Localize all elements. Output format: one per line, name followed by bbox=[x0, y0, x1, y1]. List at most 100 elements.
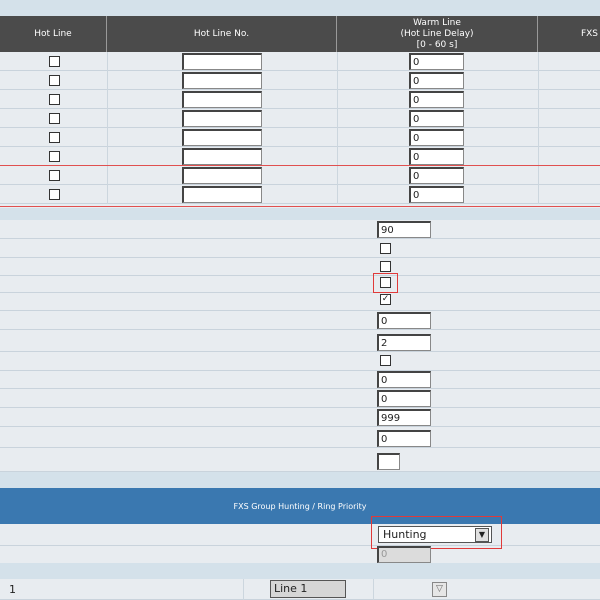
line-dropdown-icon[interactable]: ▽ bbox=[432, 582, 447, 597]
hotline-row bbox=[0, 52, 600, 71]
fxs-group-hunting-band: FXS Group Hunting / Ring Priority bbox=[0, 488, 600, 524]
line-select[interactable]: Line 1 bbox=[270, 580, 346, 598]
hotline-checkbox[interactable] bbox=[49, 56, 60, 67]
hotline-row bbox=[0, 185, 600, 204]
setting-input-5[interactable] bbox=[377, 312, 431, 329]
settings-row bbox=[0, 274, 600, 293]
column-divider bbox=[337, 185, 338, 204]
column-divider bbox=[107, 52, 108, 71]
column-divider bbox=[538, 90, 539, 109]
settings-row bbox=[0, 220, 600, 239]
highlight-line-top bbox=[0, 165, 600, 166]
section-separator bbox=[0, 208, 600, 220]
warmline-header-line1: Warm Line bbox=[413, 17, 461, 28]
hotline-number-input[interactable] bbox=[182, 148, 262, 165]
warmline-delay-input[interactable] bbox=[409, 72, 464, 89]
settings-row bbox=[0, 450, 600, 472]
warmline-delay-input[interactable] bbox=[409, 129, 464, 146]
section-separator-2 bbox=[0, 472, 600, 488]
column-divider bbox=[337, 52, 338, 71]
column-divider bbox=[337, 147, 338, 166]
hotline-number-input[interactable] bbox=[182, 53, 262, 70]
column-divider bbox=[538, 147, 539, 166]
disabled-input-value: 0 bbox=[381, 549, 388, 560]
settings-row bbox=[0, 389, 600, 408]
setting-input-10[interactable] bbox=[377, 409, 431, 426]
hotline-checkbox[interactable] bbox=[49, 113, 60, 124]
settings-row bbox=[0, 352, 600, 371]
fxs-column-header: FXS bbox=[538, 16, 600, 52]
column-divider bbox=[107, 71, 108, 90]
hotline-number-input[interactable] bbox=[182, 110, 262, 127]
warmline-delay-input[interactable] bbox=[409, 167, 464, 184]
setting-input-9[interactable] bbox=[377, 390, 431, 407]
settings-row bbox=[0, 311, 600, 330]
column-divider bbox=[538, 185, 539, 204]
line-row: 1 Line 1 ▽ bbox=[0, 579, 600, 600]
column-divider bbox=[538, 128, 539, 147]
hotline-checkbox[interactable] bbox=[49, 94, 60, 105]
setting-input-6[interactable] bbox=[377, 334, 431, 351]
column-divider bbox=[337, 109, 338, 128]
warmline-header-line2: (Hot Line Delay) bbox=[400, 28, 474, 39]
column-divider bbox=[538, 71, 539, 90]
column-divider bbox=[337, 90, 338, 109]
hotline-header-label: Hot Line bbox=[34, 28, 72, 39]
hotline-number-input[interactable] bbox=[182, 91, 262, 108]
settings-row: ✓ bbox=[0, 292, 600, 311]
hotline-number-input[interactable] bbox=[182, 72, 262, 89]
setting-checkbox-7[interactable] bbox=[380, 355, 391, 366]
hotline-checkbox[interactable] bbox=[49, 189, 60, 200]
hotline-checkbox[interactable] bbox=[49, 170, 60, 181]
disabled-input: 0 bbox=[377, 546, 431, 563]
column-divider bbox=[107, 147, 108, 166]
top-band bbox=[0, 0, 600, 16]
settings-row bbox=[0, 370, 600, 389]
hotline-checkbox[interactable] bbox=[49, 151, 60, 162]
warmline-delay-input[interactable] bbox=[409, 110, 464, 127]
hotline-row bbox=[0, 147, 600, 166]
setting-checkbox-4-checked[interactable]: ✓ bbox=[380, 294, 391, 305]
hotline-row bbox=[0, 128, 600, 147]
fxs-group-hunting-title: FXS Group Hunting / Ring Priority bbox=[233, 501, 367, 511]
column-divider bbox=[107, 185, 108, 204]
column-divider bbox=[337, 166, 338, 185]
setting-checkbox-1[interactable] bbox=[380, 243, 391, 254]
column-divider bbox=[107, 166, 108, 185]
hotline-column-header: Hot Line bbox=[0, 16, 107, 52]
column-divider bbox=[538, 166, 539, 185]
hotline-number-input[interactable] bbox=[182, 167, 262, 184]
hotline-checkbox[interactable] bbox=[49, 132, 60, 143]
hotline-number-input[interactable] bbox=[182, 186, 262, 203]
warmline-header-line3: [0 - 60 s] bbox=[416, 39, 458, 50]
warmline-delay-input[interactable] bbox=[409, 53, 464, 70]
column-divider bbox=[107, 128, 108, 147]
warmline-delay-input[interactable] bbox=[409, 91, 464, 108]
hotline-number-column-header: Hot Line No. bbox=[107, 16, 337, 52]
hotline-number-input[interactable] bbox=[182, 129, 262, 146]
column-divider bbox=[107, 90, 108, 109]
column-divider bbox=[107, 109, 108, 128]
warmline-column-header: Warm Line (Hot Line Delay) [0 - 60 s] bbox=[337, 16, 538, 52]
column-divider bbox=[337, 71, 338, 90]
warmline-delay-input[interactable] bbox=[409, 148, 464, 165]
column-divider bbox=[243, 579, 244, 600]
setting-input-12[interactable] bbox=[377, 453, 400, 470]
hotline-row bbox=[0, 90, 600, 109]
setting-checkbox-2[interactable] bbox=[380, 261, 391, 272]
setting-input-8[interactable] bbox=[377, 371, 431, 388]
hotline-number-header-label: Hot Line No. bbox=[193, 28, 250, 39]
setting-input-11[interactable] bbox=[377, 430, 431, 447]
fxs-header-label: FXS bbox=[580, 28, 598, 39]
column-divider bbox=[538, 52, 539, 71]
column-divider bbox=[373, 579, 374, 600]
setting-input-0[interactable] bbox=[377, 221, 431, 238]
group-mode-row bbox=[0, 524, 600, 546]
line-row-index: 1 bbox=[9, 583, 16, 596]
highlight-line-bottom bbox=[0, 206, 600, 207]
hotline-row bbox=[0, 71, 600, 90]
warmline-delay-input[interactable] bbox=[409, 186, 464, 203]
hotline-checkbox[interactable] bbox=[49, 75, 60, 86]
settings-row bbox=[0, 239, 600, 258]
column-divider bbox=[538, 109, 539, 128]
